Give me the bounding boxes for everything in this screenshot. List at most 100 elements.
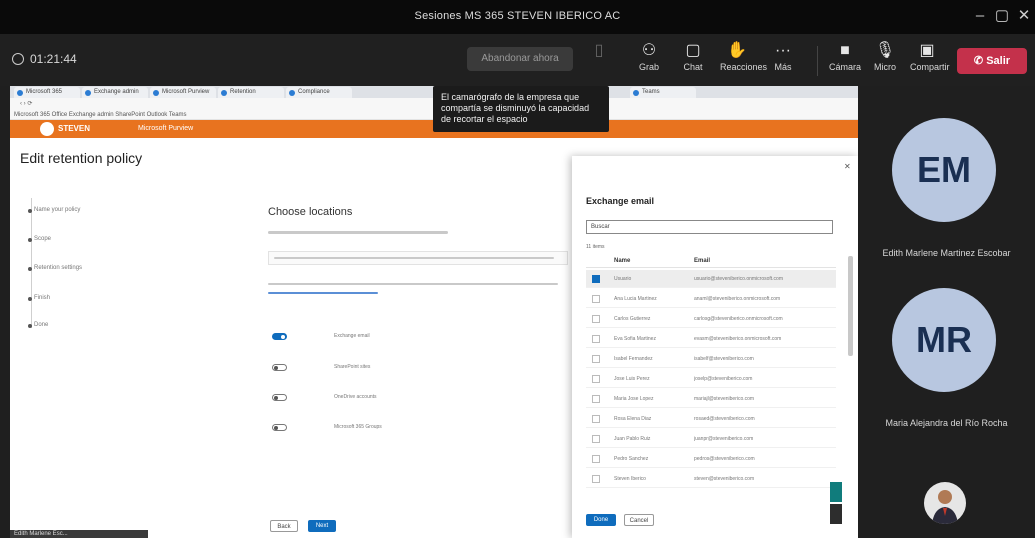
help-button[interactable] [830, 504, 842, 524]
avatar[interactable]: MR [892, 288, 996, 392]
wizard-step[interactable]: Finish [27, 295, 50, 301]
brand-name: STEVEN [58, 124, 91, 133]
location-label: SharePoint sites [334, 364, 371, 370]
row-email: mariajl@steveniberico.com [694, 396, 755, 402]
browser-tab[interactable]: Compliance [286, 87, 352, 98]
row-name: Usuario [614, 276, 632, 282]
close-button[interactable]: ✕ [1012, 6, 1035, 26]
browser-tab[interactable]: Microsoft 365 [14, 87, 80, 98]
row-checkbox[interactable] [592, 435, 600, 443]
location-toggle[interactable] [272, 394, 287, 401]
table-row[interactable]: Ana Lucia Martinez anaml@steveniberico.on… [586, 290, 836, 308]
row-checkbox[interactable] [592, 415, 600, 423]
wizard-step[interactable]: Retention settings [27, 265, 82, 271]
toolbar-button-share[interactable]: ▣ Compartir [910, 40, 950, 72]
browser-tab[interactable]: Teams [630, 87, 696, 98]
back-button[interactable]: Back [270, 520, 298, 532]
toolbar-button-more[interactable]: ··· Más [766, 40, 800, 72]
share-icon: ▣ [919, 42, 935, 59]
table-row[interactable]: Isabel Fernandez isabelf@steveniberico.co… [586, 350, 836, 368]
row-email: anaml@steveniberico.onmicrosoft.com [694, 296, 781, 302]
leave-button[interactable]: ✆ Salir [957, 48, 1027, 74]
browser-tab[interactable]: Exchange admin [82, 87, 148, 98]
row-checkbox[interactable] [592, 395, 600, 403]
row-name: Steven Iberico [614, 476, 646, 482]
feedback-button[interactable] [830, 482, 842, 502]
shared-screen: Microsoft 365 Exchange admin Microsoft P… [10, 86, 858, 538]
table-row[interactable]: Pedro Sanchez pedros@steveniberico.com [586, 450, 836, 468]
row-name: Pedro Sanchez [614, 456, 649, 462]
table-row[interactable]: Jose Luis Perez joselp@steveniberico.com [586, 370, 836, 388]
wizard-step[interactable]: Scope [27, 236, 51, 242]
person-icon [932, 490, 958, 524]
table-row[interactable]: Eva Sofia Martinez evasm@steveniberico.on… [586, 330, 836, 348]
participant-name: Edith Marlene Martinez Escobar [882, 248, 1011, 258]
location-toggle[interactable] [272, 333, 287, 340]
toolbar-label: Chat [683, 62, 703, 72]
row-checkbox[interactable] [592, 375, 600, 383]
raise-hand-button-disabled: ▯ [582, 40, 616, 62]
location-toggle[interactable] [272, 364, 287, 371]
row-checkbox[interactable] [592, 295, 600, 303]
grid-icon: ⚇ [641, 42, 657, 59]
column-header-name[interactable]: Name [614, 258, 630, 264]
toolbar-button-camera[interactable]: ■ Cámara [828, 40, 862, 72]
table-row[interactable]: Carlos Gutierrez carlosg@steveniberico.on… [586, 310, 836, 328]
table-row[interactable]: Juan Pablo Ruiz juanpr@steveniberico.com [586, 430, 836, 448]
row-name: Rosa Elena Diaz [614, 416, 652, 422]
table-row[interactable]: Rosa Elena Diaz rosaed@steveniberico.com [586, 410, 836, 428]
toolbar-label: Grab [638, 62, 659, 72]
close-icon[interactable]: ✕ [844, 162, 851, 171]
row-email: isabelf@steveniberico.com [694, 356, 754, 362]
row-checkbox[interactable] [592, 355, 600, 363]
teams-meeting-window: Sesiones MS 365 STEVEN IBERICO AC – ▢ ✕ … [0, 0, 1035, 538]
wizard-step[interactable]: Done [27, 322, 48, 328]
brand-logo [40, 122, 54, 136]
toolbar-button-chat[interactable]: ▢ Chat [676, 40, 710, 72]
cancel-button[interactable]: Cancel [624, 514, 654, 526]
row-checkbox[interactable] [592, 455, 600, 463]
row-checkbox[interactable] [592, 475, 600, 483]
minimize-button[interactable]: – [968, 6, 992, 26]
toolbar-button-mic[interactable]: 🎙︎ Micro [868, 40, 902, 72]
items-count: 11 items [586, 244, 605, 250]
toolbar-button-grab[interactable]: ⚇ Grab [632, 40, 666, 72]
browser-tab[interactable]: Retention [218, 87, 284, 98]
location-label: Microsoft 365 Groups [334, 424, 382, 430]
table-row[interactable]: Steven Iberico steven@steveniberico.com [586, 470, 836, 488]
column-header-email[interactable]: Email [694, 258, 710, 264]
phone-icon: ✆ [973, 55, 987, 67]
hand-icon: ✋ [727, 42, 747, 59]
row-checkbox[interactable] [592, 335, 600, 343]
table-row[interactable]: Usuario usuario@steveniberico.onmicrosoft… [586, 270, 836, 288]
maximize-button[interactable]: ▢ [990, 6, 1014, 26]
meeting-toolbar: 01:21:44 Abandonar ahora ▯ ⚇ Grab ▢ Chat ✋… [0, 34, 1035, 86]
wizard-step[interactable]: Name your policy [27, 207, 80, 213]
row-checkbox[interactable] [592, 315, 600, 323]
toolbar-button-reactions[interactable]: ✋ Reacciones [720, 40, 767, 72]
toolbar-divider [817, 46, 818, 76]
meeting-search-input[interactable]: Abandonar ahora [467, 47, 573, 71]
mic-icon: 🎙︎ [874, 42, 896, 59]
location-toggle[interactable] [272, 424, 287, 431]
participant-photo[interactable] [924, 482, 966, 524]
row-email: carlosg@steveniberico.onmicrosoft.com [694, 316, 783, 322]
row-checkbox[interactable] [592, 275, 600, 283]
next-button[interactable]: Next [308, 520, 336, 532]
row-name: Jose Luis Perez [614, 376, 650, 382]
row-name: Carlos Gutierrez [614, 316, 651, 322]
panel-search-input[interactable]: Buscar [586, 220, 833, 234]
avatar[interactable]: EM [892, 118, 996, 222]
panel-scrollbar[interactable] [848, 256, 853, 356]
done-button[interactable]: Done [586, 514, 616, 526]
row-name: Juan Pablo Ruiz [614, 436, 651, 442]
row-email: pedros@steveniberico.com [694, 456, 755, 462]
row-name: Maria Jose Lopez [614, 396, 654, 402]
table-row[interactable]: Maria Jose Lopez mariajl@steveniberico.co… [586, 390, 836, 408]
row-email: juanpr@steveniberico.com [694, 436, 754, 442]
page-title: Edit retention policy [20, 150, 143, 166]
info-banner-text [274, 257, 554, 259]
location-label: Exchange email [334, 333, 370, 339]
title-bar: Sesiones MS 365 STEVEN IBERICO AC – ▢ ✕ [0, 0, 1035, 34]
browser-tab[interactable]: Microsoft Purview [150, 87, 216, 98]
